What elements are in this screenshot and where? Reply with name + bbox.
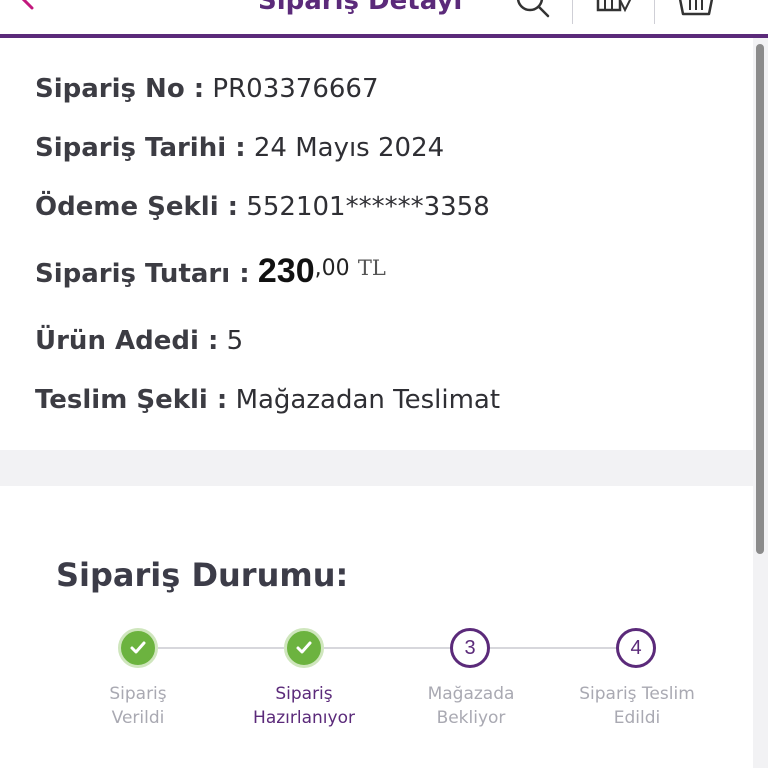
step-4-number: 4 xyxy=(616,628,656,668)
basket-icon[interactable] xyxy=(676,0,716,20)
header-divider xyxy=(654,0,655,24)
app-header: Sipariş Detayı xyxy=(0,0,768,38)
order-details-card: Sipariş No : PR03376667 Sipariş Tarihi :… xyxy=(0,38,753,450)
delivery-method-row: Teslim Şekli : Mağazadan Teslimat xyxy=(35,385,500,415)
step-1-label-line2: Verildi xyxy=(111,708,165,728)
step-connector xyxy=(324,647,450,649)
page-title: Sipariş Detayı xyxy=(258,0,463,16)
item-count-label: Ürün Adedi : xyxy=(35,326,219,356)
order-amount-integer: 230 xyxy=(257,252,315,290)
search-icon[interactable] xyxy=(512,0,552,20)
order-number-label: Sipariş No : xyxy=(35,74,205,104)
payment-method-label: Ödeme Şekli : xyxy=(35,192,239,222)
step-2-label-line1: Sipariş xyxy=(275,684,333,704)
store-location-icon[interactable] xyxy=(595,0,635,20)
order-date-row: Sipariş Tarihi : 24 Mayıs 2024 xyxy=(35,133,444,163)
order-amount-decimal: ,00 xyxy=(314,256,350,281)
order-amount-row: Sipariş Tutarı : 230,00 TL xyxy=(35,252,386,291)
delivery-method-value: Mağazadan Teslimat xyxy=(235,385,501,415)
step-3-number: 3 xyxy=(450,628,490,668)
step-2-label-line2: Hazırlanıyor xyxy=(253,708,355,728)
step-4-label-line2: Edildi xyxy=(613,708,661,728)
order-date-label: Sipariş Tarihi : xyxy=(35,133,246,163)
order-status-card: Sipariş Durumu: 3 4 Sipariş Verildi Sipa… xyxy=(0,486,753,768)
order-amount-label: Sipariş Tutarı : xyxy=(35,259,250,289)
payment-method-row: Ödeme Şekli : 552101******3358 xyxy=(35,192,490,222)
step-4-label: Sipariş Teslim Edildi xyxy=(552,682,722,730)
step-1-label-line1: Sipariş xyxy=(109,684,167,704)
delivery-method-label: Teslim Şekli : xyxy=(35,385,228,415)
step-connector xyxy=(158,647,284,649)
order-number-row: Sipariş No : PR03376667 xyxy=(35,74,379,104)
step-3-label-line2: Bekliyor xyxy=(436,708,506,728)
order-date-value: 24 Mayıs 2024 xyxy=(253,133,445,163)
item-count-value: 5 xyxy=(226,326,244,356)
status-title: Sipariş Durumu: xyxy=(56,556,349,594)
item-count-row: Ürün Adedi : 5 xyxy=(35,326,243,356)
step-4-label-line1: Sipariş Teslim xyxy=(579,684,695,704)
header-divider xyxy=(572,0,573,24)
step-connector xyxy=(490,647,616,649)
payment-method-value: 552101******3358 xyxy=(246,192,490,222)
order-number-value: PR03376667 xyxy=(212,74,379,104)
back-arrow-icon[interactable] xyxy=(14,0,38,10)
step-2-check-icon xyxy=(284,628,324,668)
step-2-label: Sipariş Hazırlanıyor xyxy=(219,682,389,730)
step-1-label: Sipariş Verildi xyxy=(53,682,223,730)
scrollbar[interactable] xyxy=(756,44,764,554)
step-3-label: Mağazada Bekliyor xyxy=(386,682,556,730)
order-amount-currency: TL xyxy=(357,256,386,280)
step-1-check-icon xyxy=(118,628,158,668)
step-3-label-line1: Mağazada xyxy=(427,684,515,704)
